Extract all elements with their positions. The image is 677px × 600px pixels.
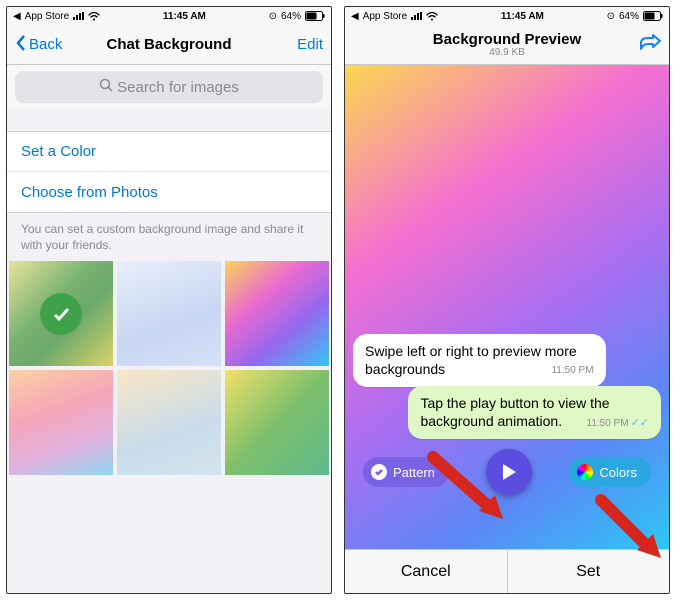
background-tile[interactable] (117, 261, 221, 366)
page-subtitle: 49.9 KB (345, 47, 669, 58)
set-a-color-cell[interactable]: Set a Color (7, 132, 331, 172)
wifi-icon (426, 12, 438, 21)
back-button[interactable]: Back (15, 34, 62, 56)
back-triangle-icon: ◀ (13, 11, 21, 22)
search-placeholder: Search for images (117, 79, 239, 96)
colors-button[interactable]: Colors (569, 457, 651, 487)
search-input[interactable]: Search for images (15, 71, 323, 103)
message-text: Swipe left or right to preview more back… (365, 343, 577, 377)
preview-area[interactable]: Swipe left or right to preview more back… (345, 65, 669, 549)
background-tile[interactable] (225, 261, 329, 366)
search-icon (99, 78, 113, 96)
status-bar: ◀ App Store 11:45 AM ⊙ 64% (345, 7, 669, 25)
nav-bar: Background Preview 49.9 KB (345, 25, 669, 65)
message-time: 11:50 PM (587, 418, 629, 429)
status-time: 11:45 AM (501, 11, 544, 22)
signal-icon (73, 12, 84, 20)
colors-label: Colors (599, 465, 637, 480)
background-tile[interactable] (117, 370, 221, 475)
wifi-icon (88, 12, 100, 21)
message-text: Tap the play button to view the backgrou… (420, 395, 609, 429)
background-tile[interactable] (225, 370, 329, 475)
background-tile[interactable] (9, 370, 113, 475)
message-time: 11:50 PM (551, 365, 593, 378)
page-title-text: Background Preview (433, 31, 581, 48)
background-grid (7, 261, 331, 475)
back-triangle-icon: ◀ (351, 11, 359, 22)
options-list: Set a Color Choose from Photos (7, 131, 331, 213)
alarm-icon: ⊙ (607, 11, 615, 22)
status-source: App Store (25, 11, 69, 22)
page-title: Background Preview 49.9 KB (345, 31, 669, 58)
status-bar: ◀ App Store 11:45 AM ⊙ 64% (7, 7, 331, 25)
chevron-left-icon (15, 34, 27, 56)
color-wheel-icon (577, 464, 593, 480)
battery-icon (643, 11, 663, 21)
selected-check-icon (40, 293, 82, 335)
background-tile[interactable] (9, 261, 113, 366)
edit-button[interactable]: Edit (297, 36, 323, 53)
alarm-icon: ⊙ (269, 11, 277, 22)
check-icon (371, 464, 387, 480)
signal-icon (411, 12, 422, 20)
background-preview-screen: ◀ App Store 11:45 AM ⊙ 64% Background Pr… (344, 6, 670, 594)
cancel-button[interactable]: Cancel (345, 550, 507, 593)
battery-icon (305, 11, 325, 21)
chat-background-screen: ◀ App Store 11:45 AM ⊙ 64% Back Chat Bac… (6, 6, 332, 594)
message-bubble-incoming: Swipe left or right to preview more back… (353, 334, 606, 387)
preview-controls: Pattern Colors (345, 449, 669, 495)
helper-text: You can set a custom background image an… (7, 213, 331, 261)
footer-bar: Cancel Set (345, 549, 669, 593)
back-label: Back (29, 36, 62, 53)
share-button[interactable] (639, 34, 661, 56)
status-time: 11:45 AM (163, 11, 206, 22)
status-source: App Store (363, 11, 407, 22)
read-ticks-icon: ✓✓ (631, 417, 649, 429)
play-icon (500, 462, 518, 482)
share-icon (639, 34, 661, 56)
nav-bar: Back Chat Background Edit (7, 25, 331, 65)
play-button[interactable] (486, 449, 532, 495)
battery-pct: 64% (281, 11, 301, 22)
set-button[interactable]: Set (507, 550, 670, 593)
battery-pct: 64% (619, 11, 639, 22)
choose-from-photos-cell[interactable]: Choose from Photos (7, 172, 331, 212)
pattern-label: Pattern (393, 465, 435, 480)
pattern-button[interactable]: Pattern (363, 457, 449, 487)
message-bubble-outgoing: Tap the play button to view the backgrou… (408, 386, 661, 439)
